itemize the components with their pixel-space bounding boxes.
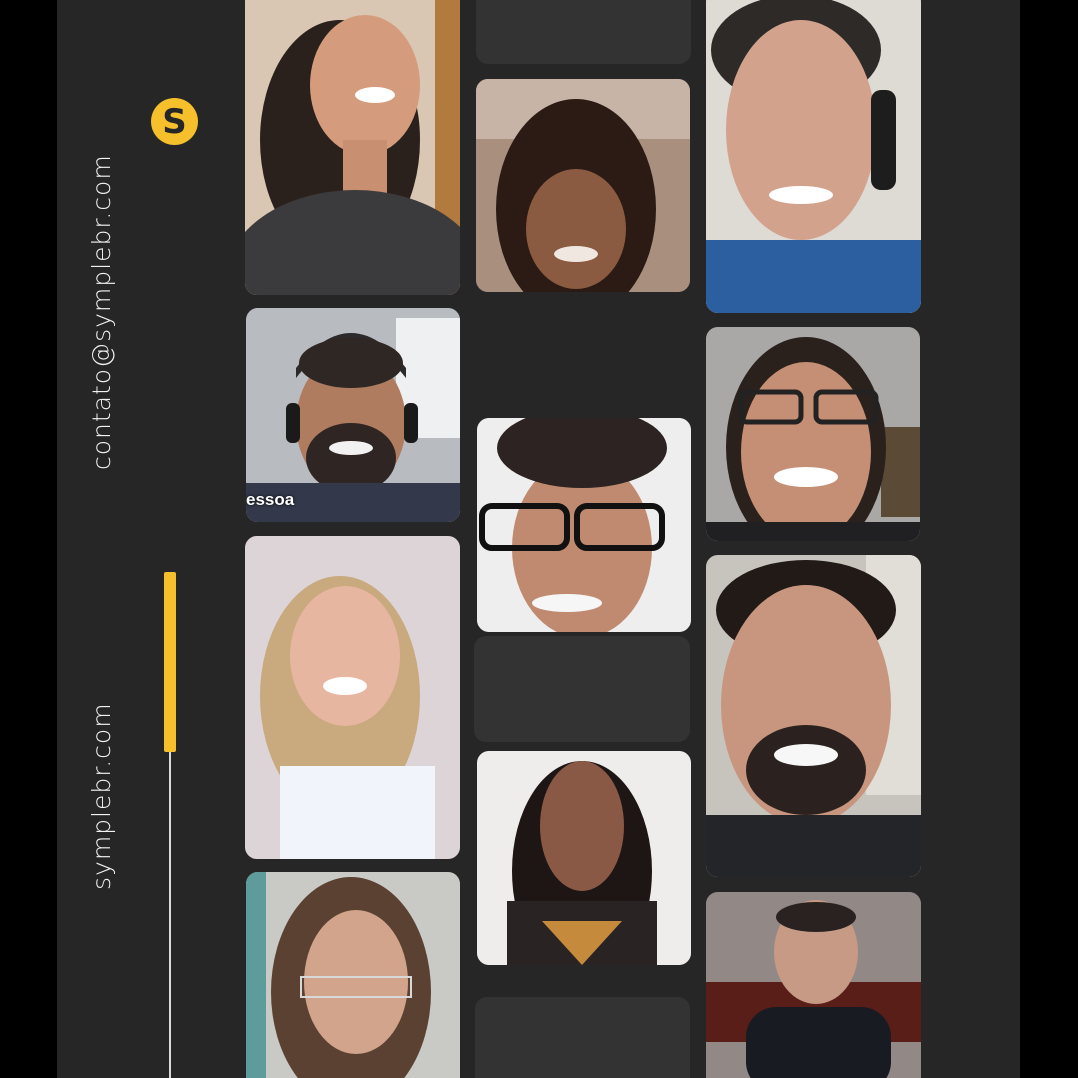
left-border: [0, 0, 57, 1078]
participant-video-tile: [246, 872, 460, 1078]
participant-video-tile: [245, 0, 460, 295]
right-border: [1020, 0, 1078, 1078]
participant-video-tile: [706, 892, 921, 1078]
participant-video-tile: [706, 0, 921, 313]
participant-video-tile: [706, 555, 921, 877]
website-url: symplebr.com: [87, 702, 116, 890]
accent-bar: [164, 572, 176, 752]
empty-video-slot: [474, 636, 690, 742]
participant-video-tile: [476, 79, 690, 292]
brand-logo: S: [151, 98, 198, 145]
empty-video-slot: [476, 0, 691, 64]
logo-letter: S: [162, 101, 187, 142]
participant-video-tile: [477, 418, 691, 632]
participant-video-tile: [477, 751, 691, 965]
participant-name-tag: essoa: [246, 490, 295, 509]
participant-video-tile: [706, 327, 920, 541]
empty-video-slot: [475, 997, 690, 1078]
participant-video-tile: essoa: [246, 308, 460, 522]
contact-email: contato@symplebr.com: [87, 154, 116, 470]
participant-video-tile: [245, 536, 460, 859]
